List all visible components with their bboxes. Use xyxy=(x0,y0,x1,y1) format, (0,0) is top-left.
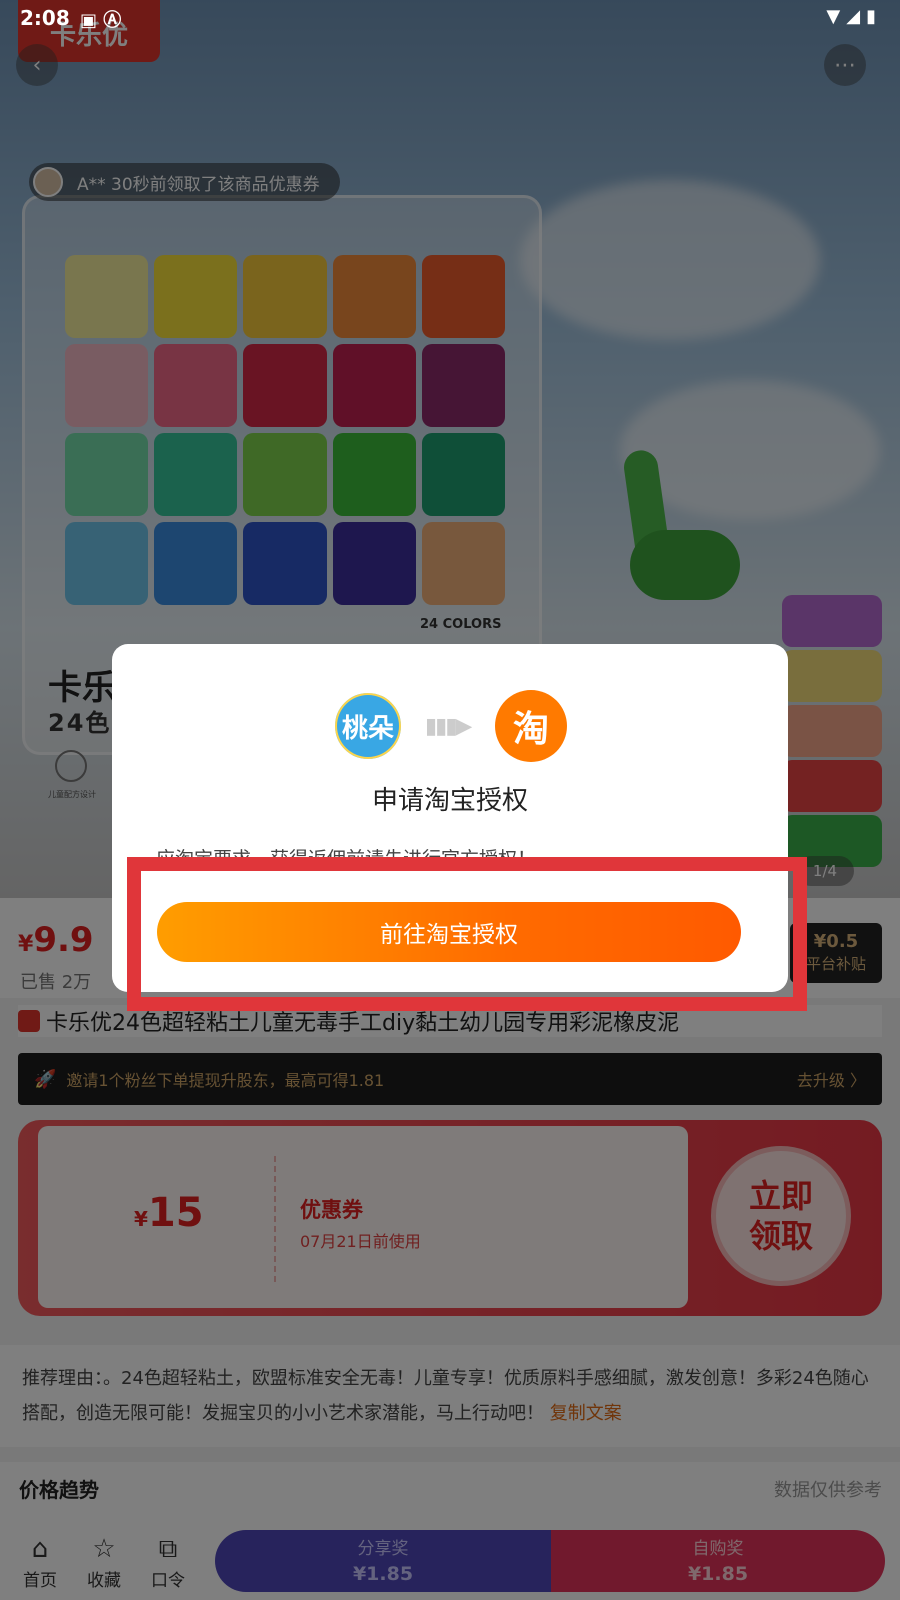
status-bar: 2:08 ▣ Ⓐ ▼◢▮ xyxy=(0,0,900,36)
status-time: 2:08 xyxy=(20,6,70,30)
dialog-title: 申请淘宝授权 xyxy=(371,786,528,816)
go-taobao-auth-button[interactable]: 前往淘宝授权 xyxy=(157,902,741,962)
taoduo-logo-icon: 桃朵 xyxy=(332,690,404,762)
arrow-right-icon: ▮▮▮▶ xyxy=(425,714,472,739)
system-status-icons: ▼◢▮ xyxy=(826,6,882,27)
taobao-logo-icon: 淘 xyxy=(495,690,567,762)
notification-icons: ▣ Ⓐ xyxy=(80,10,122,31)
